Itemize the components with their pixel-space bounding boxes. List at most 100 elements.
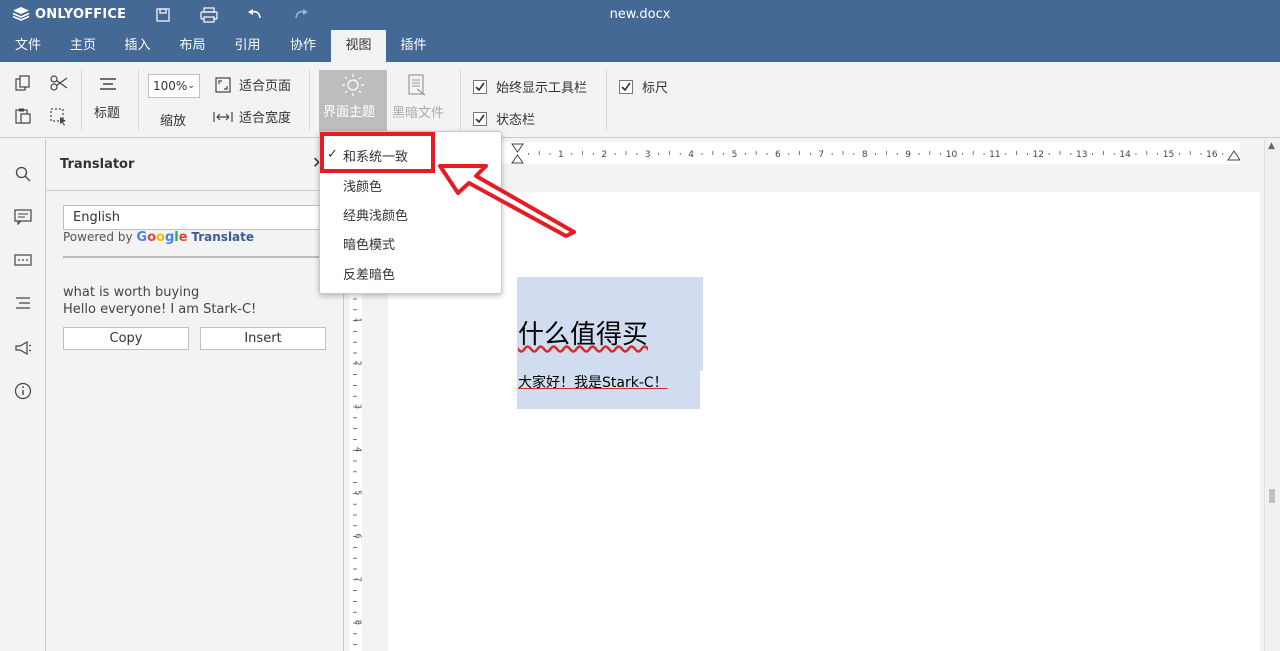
fit-page-button[interactable]: 适合页面 — [215, 75, 291, 94]
tab-home[interactable]: 主页 — [56, 30, 110, 62]
menu-bar: 文件 主页 插入 布局 引用 协作 视图 插件 — [0, 30, 1280, 62]
document-page[interactable] — [388, 192, 1260, 651]
ruler-number: 15 — [1163, 150, 1174, 160]
chat-icon[interactable] — [12, 249, 34, 271]
left-sidebar — [0, 139, 46, 651]
google-logo: Google — [136, 230, 188, 245]
fit-page-label: 适合页面 — [239, 79, 292, 94]
document-title: new.docx — [609, 7, 671, 22]
ruler-number: 6 — [775, 150, 781, 160]
horizontal-ruler[interactable]: 1234567891011121314151617 — [500, 142, 1261, 164]
theme-option-dark[interactable]: 暗色模式 — [343, 234, 395, 253]
ruler-number: 1 — [354, 317, 363, 322]
tab-collaboration[interactable]: 协作 — [275, 30, 331, 62]
tab-plugins[interactable]: 插件 — [386, 30, 441, 62]
checkbox-checked-icon — [619, 79, 633, 94]
ruler-number: 7 — [818, 150, 824, 160]
always-show-toolbar-checkbox[interactable]: 始终显示工具栏 — [473, 77, 587, 96]
selection-edge — [700, 371, 703, 409]
ruler-number: 7 — [354, 577, 363, 582]
heading-label[interactable]: 标题 — [94, 102, 120, 121]
ruler-number: 14 — [1119, 150, 1131, 160]
zoom-value: 100% — [153, 79, 188, 93]
scrollbar-thumb[interactable] — [1269, 489, 1275, 503]
output-line: Hello everyone! I am Stark-C! — [63, 302, 257, 317]
ruler-number: 6 — [354, 533, 363, 538]
heading-icon[interactable] — [97, 76, 119, 94]
ruler-number: 8 — [862, 150, 868, 160]
ruler-number: 8 — [354, 620, 363, 625]
ruler-number: 11 — [989, 150, 1000, 160]
ribbon-divider — [460, 70, 461, 130]
insert-button[interactable]: Insert — [200, 327, 326, 350]
scroll-up-icon[interactable]: ▲ — [1268, 141, 1275, 151]
ruler-number: 10 — [946, 150, 958, 160]
fit-page-icon — [215, 76, 231, 93]
ruler-number: 3 — [354, 404, 363, 409]
tab-view[interactable]: 视图 — [331, 30, 386, 62]
interface-theme-button[interactable]: 界面主题 ⌃ — [319, 70, 387, 132]
about-icon[interactable] — [12, 380, 34, 402]
ruler-number: 13 — [1076, 150, 1087, 160]
ruler-number: 9 — [905, 150, 911, 160]
chevron-down-icon: ⌄ — [187, 81, 195, 91]
chevron-up-icon: ⌃ — [349, 114, 358, 125]
tab-references[interactable]: 引用 — [220, 30, 275, 62]
paste-icon[interactable] — [15, 108, 31, 124]
panel-title: Translator — [60, 157, 135, 172]
ruler-number: 4 — [354, 447, 363, 452]
document-body-text[interactable]: 大家好！我是Stark-C！ — [518, 372, 668, 392]
cut-icon[interactable] — [50, 75, 68, 91]
translate-word: Translate — [191, 230, 255, 244]
tab-file[interactable]: 文件 — [0, 30, 56, 62]
ruler-number: 16 — [1206, 150, 1218, 160]
statusbar-label: 状态栏 — [496, 113, 536, 128]
theme-option-contrast-dark[interactable]: 反差暗色 — [343, 264, 395, 283]
language-select[interactable]: English — [63, 205, 327, 230]
ribbon-toolbar: 标题 100% ⌄ 缩放 适合页面 适合宽度 界面主题 ⌃ 黑暗文件 始终显示工… — [0, 62, 1280, 138]
ribbon-divider — [606, 70, 607, 130]
ribbon-divider — [138, 70, 139, 130]
checkbox-checked-icon — [473, 79, 487, 94]
zoom-select[interactable]: 100% ⌄ — [148, 74, 200, 98]
ribbon-divider — [81, 70, 82, 130]
copy-button[interactable]: Copy — [63, 327, 189, 350]
feedback-icon[interactable] — [12, 337, 34, 359]
ruler-number: 4 — [688, 150, 694, 160]
powered-prefix: Powered by — [63, 230, 133, 244]
body-text: 大家好！我是Stark-C！ — [518, 375, 668, 391]
always-show-toolbar-label: 始终显示工具栏 — [496, 81, 588, 96]
document-heading[interactable]: 什么值得买 — [518, 314, 648, 351]
ruler-number: 5 — [354, 490, 363, 495]
fit-width-label: 适合宽度 — [239, 111, 292, 126]
annotation-highlight-box — [320, 132, 435, 173]
zoom-label: 缩放 — [160, 114, 187, 129]
sun-icon — [342, 74, 364, 96]
ruler-number: 3 — [645, 150, 651, 160]
dark-document-icon — [407, 73, 427, 97]
comments-icon[interactable] — [12, 206, 34, 228]
ruler-number: 2 — [354, 361, 363, 366]
tab-layout[interactable]: 布局 — [165, 30, 220, 62]
statusbar-checkbox[interactable]: 状态栏 — [473, 109, 535, 128]
copy-icon[interactable] — [15, 75, 31, 91]
theme-option-light[interactable]: 浅颜色 — [343, 176, 382, 195]
ruler-number: 12 — [1033, 150, 1044, 160]
ruler-label: 标尺 — [642, 81, 669, 96]
output-line: what is worth buying — [63, 285, 200, 300]
theme-option-classic-light[interactable]: 经典浅颜色 — [343, 205, 408, 224]
ruler-number: 2 — [601, 150, 607, 160]
ruler-checkbox[interactable]: 标尺 — [619, 77, 668, 96]
ribbon-divider — [309, 70, 310, 130]
fit-width-icon — [213, 111, 233, 122]
annotation-arrow-icon — [438, 164, 576, 238]
checkbox-checked-icon — [473, 111, 487, 126]
navigation-icon[interactable] — [12, 292, 34, 314]
translation-output: what is worth buying Hello everyone! I a… — [63, 284, 256, 318]
fit-width-button[interactable]: 适合宽度 — [213, 107, 291, 126]
tab-insert[interactable]: 插入 — [110, 30, 165, 62]
vertical-scrollbar[interactable]: ▲ — [1264, 139, 1280, 651]
search-icon[interactable] — [12, 163, 34, 185]
panel-divider — [46, 190, 344, 191]
select-all-icon[interactable] — [50, 108, 68, 126]
